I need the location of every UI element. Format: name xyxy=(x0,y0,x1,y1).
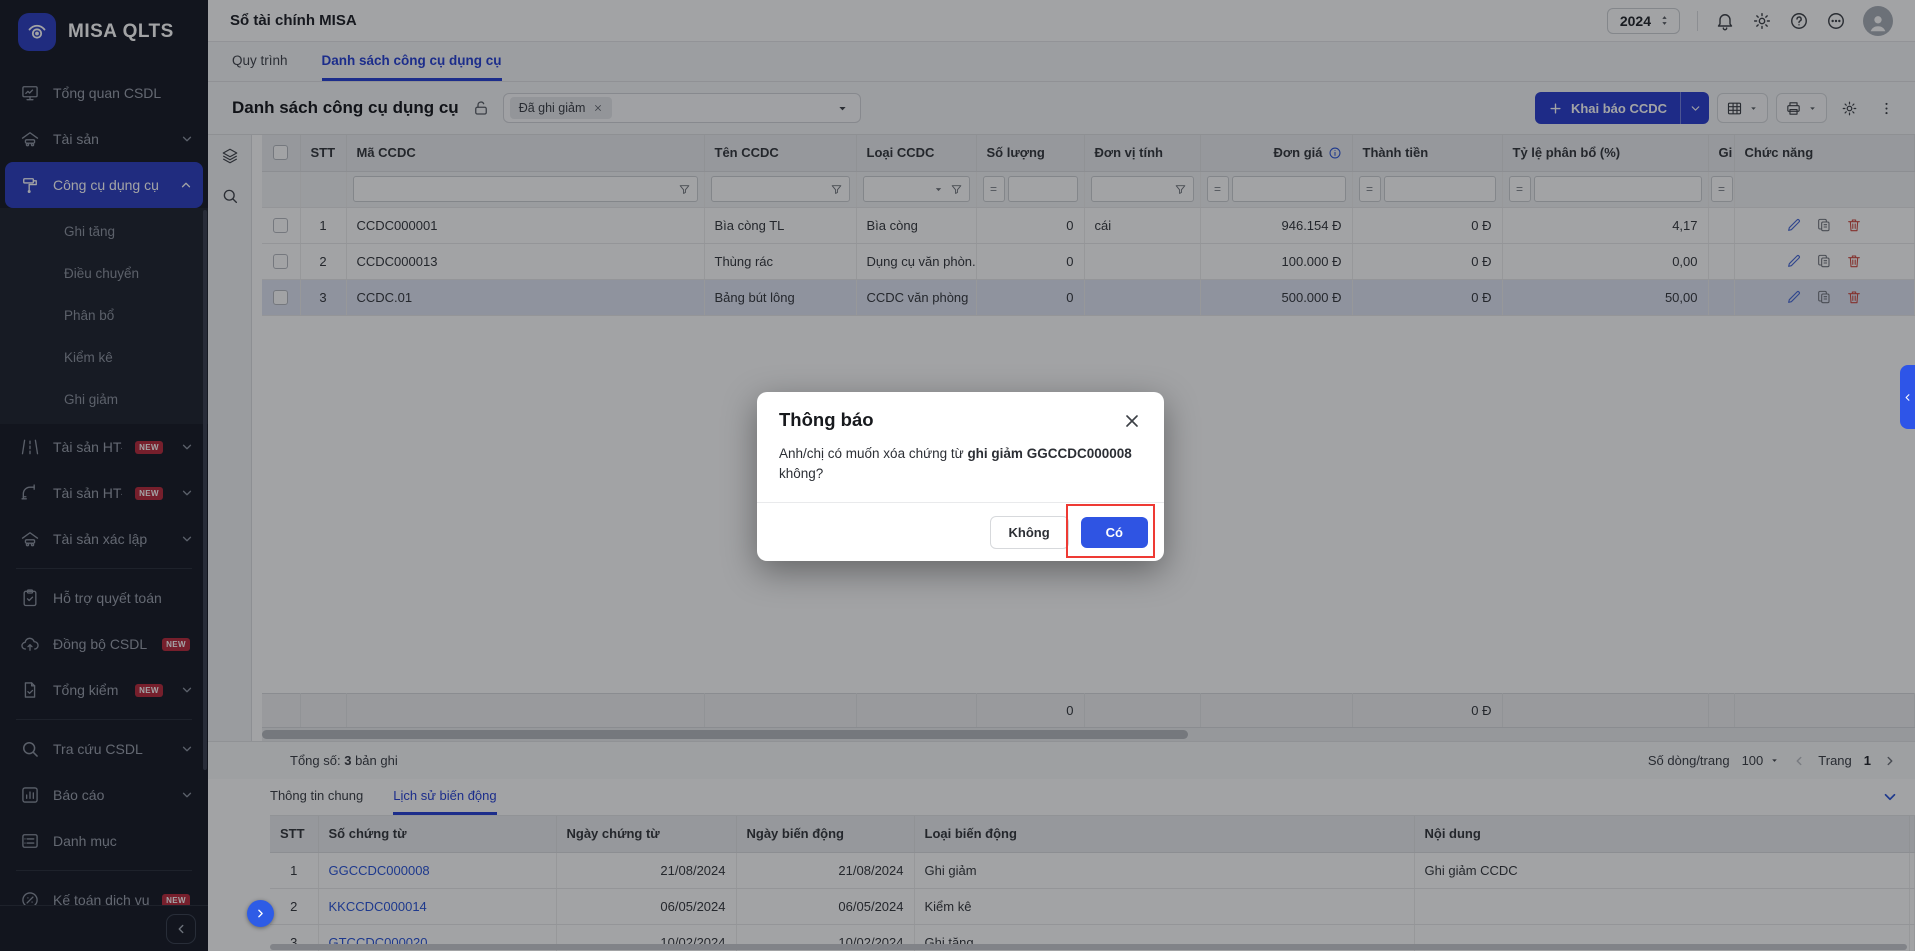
confirm-delete-dialog: Thông báo Anh/chị có muốn xóa chứng từ g… xyxy=(757,392,1164,561)
right-panel-handle[interactable] xyxy=(1900,365,1915,429)
dialog-message: Anh/chị có muốn xóa chứng từ ghi giảm GG… xyxy=(757,435,1164,502)
dialog-header: Thông báo xyxy=(757,392,1164,435)
misa-qlts-app: MISA QLTS Tổng quan CSDL Tài sản Công cụ… xyxy=(0,0,1915,951)
close-icon[interactable] xyxy=(1122,411,1142,431)
voucher-number: ghi giảm GGCCDC000008 xyxy=(967,446,1131,461)
expand-rail-button[interactable] xyxy=(247,900,274,927)
dialog-footer: Không Có xyxy=(757,502,1164,561)
yes-button[interactable]: Có xyxy=(1081,517,1148,548)
chevron-left-icon xyxy=(1902,392,1913,403)
dialog-title: Thông báo xyxy=(779,409,874,431)
no-button[interactable]: Không xyxy=(990,516,1069,549)
chevron-right-icon xyxy=(254,907,267,920)
